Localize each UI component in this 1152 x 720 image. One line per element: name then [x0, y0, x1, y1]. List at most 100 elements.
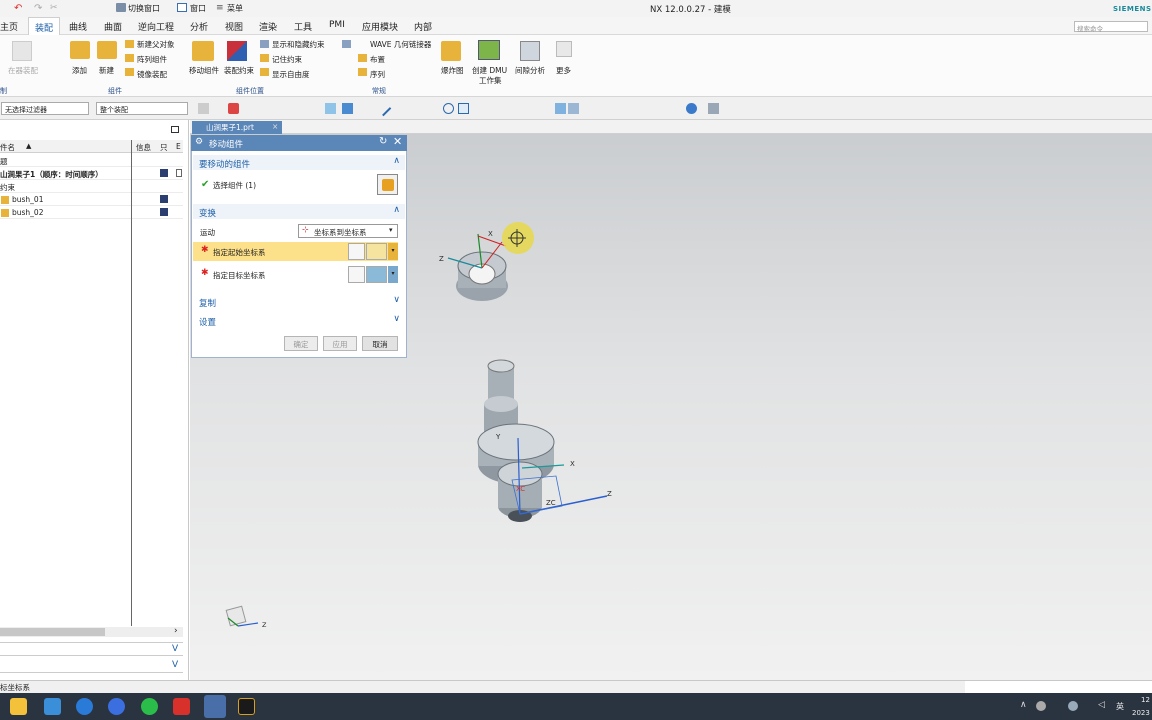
- ok-button[interactable]: 确定: [284, 336, 318, 351]
- tab-close-icon[interactable]: ×: [272, 122, 278, 131]
- menu-icon[interactable]: ≡: [216, 3, 224, 13]
- sort-up-icon[interactable]: ▲: [26, 142, 31, 150]
- clearance-analysis-button[interactable]: 间隙分析: [515, 65, 545, 76]
- expand-chevron-icon[interactable]: ∨: [393, 314, 400, 324]
- show-hide-constraint-button[interactable]: 显示和隐藏约束: [272, 39, 325, 50]
- close-icon[interactable]: ✕: [393, 135, 402, 148]
- explode-view-icon[interactable]: [441, 41, 461, 61]
- switch-window-icon[interactable]: [116, 3, 126, 12]
- navigator-row-assembly[interactable]: 山涧果子1（顺序：时间顺序）: [0, 167, 183, 180]
- csys-infer-button[interactable]: [366, 266, 387, 283]
- cube-icon[interactable]: [342, 103, 353, 114]
- more-button[interactable]: 更多: [556, 65, 571, 76]
- new-parent-icon[interactable]: [125, 40, 134, 48]
- dmu-workset-icon[interactable]: [478, 40, 500, 60]
- menu-surface[interactable]: 曲面: [104, 20, 122, 33]
- reset-icon[interactable]: ↻: [379, 136, 387, 147]
- navigator-row-bush-01[interactable]: bush_01: [0, 193, 183, 206]
- column-name-header[interactable]: 件名: [0, 142, 15, 153]
- image-icon[interactable]: [568, 103, 579, 114]
- menu-pmi[interactable]: PMI: [329, 20, 345, 30]
- navigator-row-bush-02[interactable]: bush_02: [0, 206, 183, 219]
- array-component-icon[interactable]: [125, 54, 134, 62]
- wps-icon[interactable]: [173, 698, 190, 715]
- edit-assembly-icon[interactable]: [12, 41, 32, 61]
- clock-date[interactable]: 2023: [1132, 709, 1150, 717]
- preview-panel-header[interactable]: V: [0, 659, 183, 673]
- collapse-chevron-icon[interactable]: ∧: [393, 156, 400, 166]
- menu-analysis[interactable]: 分析: [190, 20, 208, 33]
- scope-dropdown[interactable]: 整个装配: [96, 102, 188, 115]
- section-components-header[interactable]: 要移动的组件 ∧: [193, 155, 405, 170]
- wechat-icon[interactable]: [141, 698, 158, 715]
- selection-filter-dropdown[interactable]: 无选择过滤器: [1, 102, 89, 115]
- wave-linker-icon[interactable]: [342, 40, 351, 48]
- layout-button[interactable]: 布置: [370, 54, 385, 65]
- assembly-constraint-button[interactable]: 装配约束: [224, 65, 254, 76]
- ime-indicator[interactable]: 英: [1116, 701, 1124, 712]
- collapse-chevron-icon[interactable]: ∧: [393, 205, 400, 215]
- move-component-icon[interactable]: [192, 41, 214, 61]
- motion-dropdown[interactable]: ⊹ 坐标系到坐标系 ▾: [298, 224, 398, 238]
- sequence-button[interactable]: 序列: [370, 69, 385, 80]
- switch-window-button[interactable]: 切换窗口: [128, 3, 160, 14]
- menu-render[interactable]: 渲染: [259, 20, 277, 33]
- panel-maximize-icon[interactable]: [171, 126, 179, 133]
- array-component-button[interactable]: 阵列组件: [137, 54, 167, 65]
- remember-constraint-icon[interactable]: [260, 54, 269, 62]
- scroll-right-arrow[interactable]: ›: [174, 626, 178, 636]
- new-icon[interactable]: [97, 41, 117, 59]
- new-parent-button[interactable]: 新建父对象: [137, 39, 175, 50]
- apply-button[interactable]: 应用: [323, 336, 357, 351]
- point-icon[interactable]: [458, 103, 469, 114]
- wave-linker-button[interactable]: WAVE 几何链接器: [370, 39, 431, 50]
- app-icon[interactable]: [44, 698, 61, 715]
- network-icon[interactable]: [1068, 701, 1078, 711]
- section-copy-header[interactable]: 复制 ∨: [193, 294, 405, 309]
- cancel-button[interactable]: 取消: [362, 336, 398, 351]
- part-tab[interactable]: 山涧果子1.prt ×: [192, 121, 282, 134]
- select-component-button[interactable]: [377, 174, 398, 195]
- menu-button[interactable]: 菜单: [227, 3, 243, 14]
- menu-curve[interactable]: 曲线: [69, 20, 87, 33]
- csys-type-dropdown[interactable]: ▾: [388, 266, 398, 283]
- undo-icon[interactable]: ↶: [14, 3, 22, 14]
- add-icon[interactable]: [70, 41, 90, 59]
- menu-view[interactable]: 视图: [225, 20, 243, 33]
- mirror-assembly-button[interactable]: 镜像装配: [137, 69, 167, 80]
- menu-tools[interactable]: 工具: [294, 20, 312, 33]
- window-menu-button[interactable]: 窗口: [190, 3, 206, 14]
- scrollbar-thumb[interactable]: [0, 628, 105, 636]
- clearance-analysis-icon[interactable]: [520, 41, 540, 61]
- volume-icon[interactable]: ◁: [1098, 700, 1105, 710]
- k-app-icon[interactable]: [108, 698, 125, 715]
- menu-internal[interactable]: 内部: [414, 20, 432, 33]
- add-button[interactable]: 添加: [72, 65, 87, 76]
- layer-icon[interactable]: [555, 103, 566, 114]
- remember-constraint-button[interactable]: 记住约束: [272, 54, 302, 65]
- nx-mec-icon[interactable]: [238, 698, 255, 715]
- detail-panel-header[interactable]: V: [0, 642, 183, 656]
- csys-dialog-button[interactable]: [348, 266, 365, 283]
- line-icon[interactable]: [375, 100, 392, 117]
- menu-assembly[interactable]: 装配: [28, 17, 61, 35]
- view-select-icon[interactable]: [325, 103, 336, 114]
- command-search-input[interactable]: 搜索命令: [1074, 21, 1148, 33]
- horizontal-scrollbar[interactable]: ›: [0, 626, 183, 637]
- column-e-header[interactable]: E: [176, 142, 181, 151]
- expand-chevron-icon[interactable]: V: [172, 660, 178, 670]
- file-explorer-icon[interactable]: [10, 698, 27, 715]
- column-readonly-header[interactable]: 只: [160, 142, 168, 153]
- show-hide-constraint-icon[interactable]: [260, 40, 269, 48]
- section-settings-header[interactable]: 设置 ∨: [193, 313, 405, 328]
- new-button[interactable]: 新建: [99, 65, 114, 76]
- menu-reverse-engineering[interactable]: 逆向工程: [138, 20, 174, 33]
- clock-time[interactable]: 12: [1141, 696, 1150, 704]
- shading-icon[interactable]: [686, 103, 697, 114]
- navigator-row[interactable]: 题: [0, 154, 183, 167]
- tray-app-icon[interactable]: [1036, 701, 1046, 711]
- csys-infer-button[interactable]: [366, 243, 387, 260]
- tray-expand-icon[interactable]: ∧: [1020, 700, 1027, 710]
- wcs-icon[interactable]: [708, 103, 719, 114]
- csys-type-dropdown[interactable]: ▾: [388, 243, 398, 260]
